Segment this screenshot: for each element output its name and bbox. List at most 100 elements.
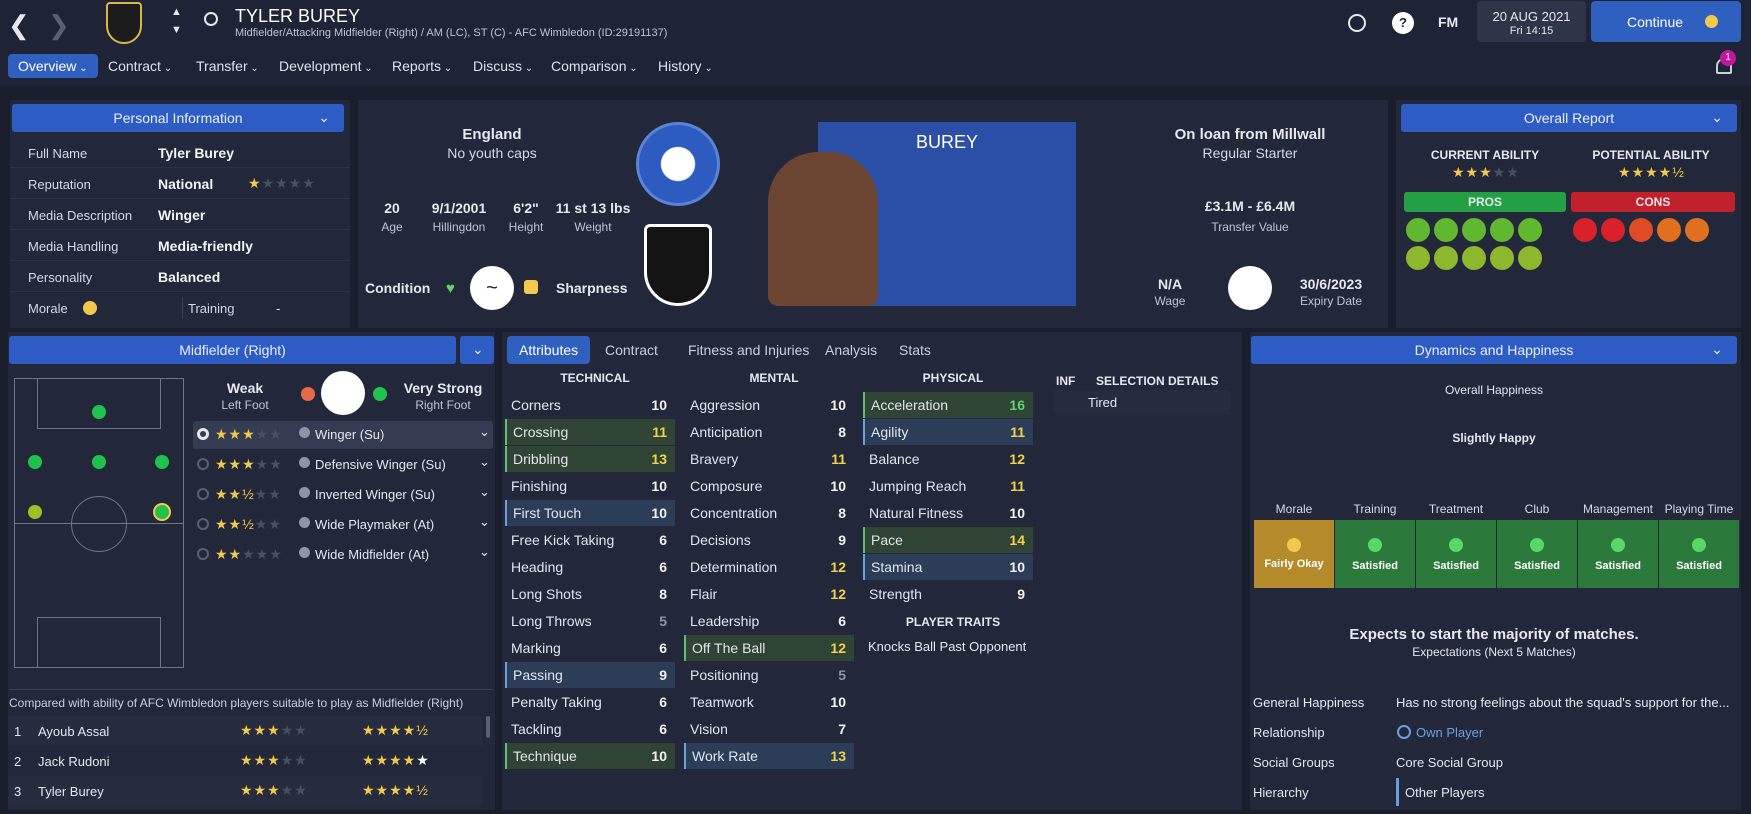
club-crest-large-icon[interactable]: [644, 224, 712, 306]
chevron-down-icon[interactable]: ⌄: [479, 424, 490, 440]
tab-analysis[interactable]: Analysis: [825, 342, 877, 358]
role-row[interactable]: ★★½★★ Inverted Winger (Su) ⌄: [193, 481, 493, 509]
attribute-row[interactable]: Pace 14: [863, 527, 1033, 553]
attribute-row[interactable]: Positioning 5: [684, 662, 854, 688]
attribute-row[interactable]: Leadership 6: [684, 608, 854, 634]
tab-discuss[interactable]: Discuss: [473, 58, 533, 74]
attribute-row[interactable]: Stamina 10: [863, 554, 1033, 580]
radio-selected-icon[interactable]: [197, 428, 209, 440]
attribute-row[interactable]: Natural Fitness 10: [863, 500, 1033, 526]
attribute-row[interactable]: Long Shots 8: [505, 581, 675, 607]
dynamics-header[interactable]: Dynamics and Happiness ⌄: [1251, 336, 1737, 364]
con-trait-icon[interactable]: [1573, 218, 1597, 242]
tab-development[interactable]: Development: [279, 58, 373, 74]
attribute-row[interactable]: Anticipation 8: [684, 419, 854, 445]
continue-button[interactable]: Continue: [1591, 1, 1741, 42]
attribute-row[interactable]: Decisions 9: [684, 527, 854, 553]
tab-transfer[interactable]: Transfer: [196, 58, 259, 74]
personal-info-header[interactable]: Personal Information ⌄: [12, 104, 344, 132]
attribute-row[interactable]: Free Kick Taking 6: [505, 527, 675, 553]
pro-trait-icon[interactable]: [1462, 218, 1486, 242]
info-icon[interactable]: [299, 517, 310, 528]
tab-fitness[interactable]: Fitness and Injuries: [688, 342, 809, 358]
happiness-category-box[interactable]: Satisfied: [1578, 520, 1658, 588]
pro-trait-icon[interactable]: [1490, 246, 1514, 270]
search-icon[interactable]: [204, 12, 218, 26]
attribute-row[interactable]: Corners 10: [505, 392, 675, 418]
attribute-row[interactable]: Jumping Reach 11: [863, 473, 1033, 499]
pro-trait-icon[interactable]: [1518, 246, 1542, 270]
radio-icon[interactable]: [197, 488, 209, 500]
attribute-row[interactable]: Passing 9: [505, 662, 675, 688]
attribute-row[interactable]: Off The Ball 12: [684, 635, 854, 661]
attribute-row[interactable]: Agility 11: [863, 419, 1033, 445]
attribute-row[interactable]: Composure 10: [684, 473, 854, 499]
chevron-down-icon[interactable]: ⌄: [479, 514, 490, 530]
attribute-row[interactable]: Acceleration 16: [863, 392, 1033, 418]
chevron-down-icon[interactable]: ⌄: [479, 484, 490, 500]
tab-contract[interactable]: Contract: [108, 58, 172, 74]
date-box[interactable]: 20 AUG 2021 Fri 14:15: [1477, 1, 1586, 42]
attribute-row[interactable]: Crossing 11: [505, 419, 675, 445]
attribute-row[interactable]: Tackling 6: [505, 716, 675, 742]
dyn-value-link[interactable]: Own Player: [1416, 725, 1483, 740]
player-compare-row[interactable]: 3 Tyler Burey ★★★★★ ★★★★½: [8, 776, 482, 806]
pro-trait-icon[interactable]: [1406, 246, 1430, 270]
down-icon[interactable]: ▼: [171, 24, 182, 36]
position-dropdown-button[interactable]: ⌄: [460, 336, 494, 364]
radio-icon[interactable]: [197, 458, 209, 470]
con-trait-icon[interactable]: [1657, 218, 1681, 242]
attribute-row[interactable]: Aggression 10: [684, 392, 854, 418]
chevron-down-icon[interactable]: ⌄: [479, 544, 490, 560]
scrollbar[interactable]: [486, 716, 490, 738]
player-compare-row[interactable]: 2 Jack Rudoni ★★★★★ ★★★★★: [8, 746, 482, 776]
attribute-row[interactable]: Dribbling 13: [505, 446, 675, 472]
up-icon[interactable]: ▲: [171, 6, 182, 18]
attribute-row[interactable]: First Touch 10: [505, 500, 675, 526]
info-icon[interactable]: [299, 427, 310, 438]
info-icon[interactable]: [299, 547, 310, 558]
attribute-row[interactable]: Vision 7: [684, 716, 854, 742]
radio-icon[interactable]: [197, 518, 209, 530]
pro-trait-icon[interactable]: [1518, 218, 1542, 242]
tab-overview[interactable]: Overview: [8, 54, 98, 78]
club-crest-icon[interactable]: [106, 2, 142, 44]
tab-reports[interactable]: Reports: [392, 58, 452, 74]
happiness-category-box[interactable]: Satisfied: [1659, 520, 1739, 588]
tab-contract-sub[interactable]: Contract: [605, 342, 658, 358]
attribute-row[interactable]: Determination 12: [684, 554, 854, 580]
con-trait-icon[interactable]: [1601, 218, 1625, 242]
chevron-down-icon[interactable]: ⌄: [479, 454, 490, 470]
attribute-row[interactable]: Finishing 10: [505, 473, 675, 499]
attribute-row[interactable]: Teamwork 10: [684, 689, 854, 715]
attribute-row[interactable]: Bravery 11: [684, 446, 854, 472]
pro-trait-icon[interactable]: [1434, 246, 1458, 270]
radio-icon[interactable]: [197, 548, 209, 560]
info-icon[interactable]: [299, 487, 310, 498]
con-trait-icon[interactable]: [1685, 218, 1709, 242]
position-header[interactable]: Midfielder (Right): [9, 336, 456, 364]
tab-history[interactable]: History: [658, 58, 713, 74]
pro-trait-icon[interactable]: [1434, 218, 1458, 242]
con-trait-icon[interactable]: [1629, 218, 1653, 242]
help-icon[interactable]: ?: [1392, 12, 1414, 34]
happiness-category-box[interactable]: Satisfied: [1416, 520, 1496, 588]
forward-icon[interactable]: ❯: [48, 10, 70, 41]
attribute-row[interactable]: Penalty Taking 6: [505, 689, 675, 715]
contract-icon[interactable]: [1228, 266, 1272, 310]
pro-trait-icon[interactable]: [1462, 246, 1486, 270]
attribute-row[interactable]: Marking 6: [505, 635, 675, 661]
pro-trait-icon[interactable]: [1490, 218, 1514, 242]
tab-comparison[interactable]: Comparison: [551, 58, 638, 74]
back-icon[interactable]: ❮: [8, 10, 30, 41]
attribute-row[interactable]: Concentration 8: [684, 500, 854, 526]
player-compare-row[interactable]: 1 Ayoub Assal ★★★★★ ★★★★½: [8, 716, 482, 746]
attribute-row[interactable]: Strength 9: [863, 581, 1033, 607]
attribute-row[interactable]: Balance 12: [863, 446, 1033, 472]
globe-icon[interactable]: [1348, 14, 1366, 32]
role-row-selected[interactable]: ★★★★★ Winger (Su) ⌄: [193, 421, 493, 449]
happiness-category-box[interactable]: Fairly Okay: [1254, 520, 1334, 588]
pro-trait-icon[interactable]: [1406, 218, 1430, 242]
info-icon[interactable]: [299, 457, 310, 468]
report-header[interactable]: Overall Report ⌄: [1401, 104, 1737, 132]
